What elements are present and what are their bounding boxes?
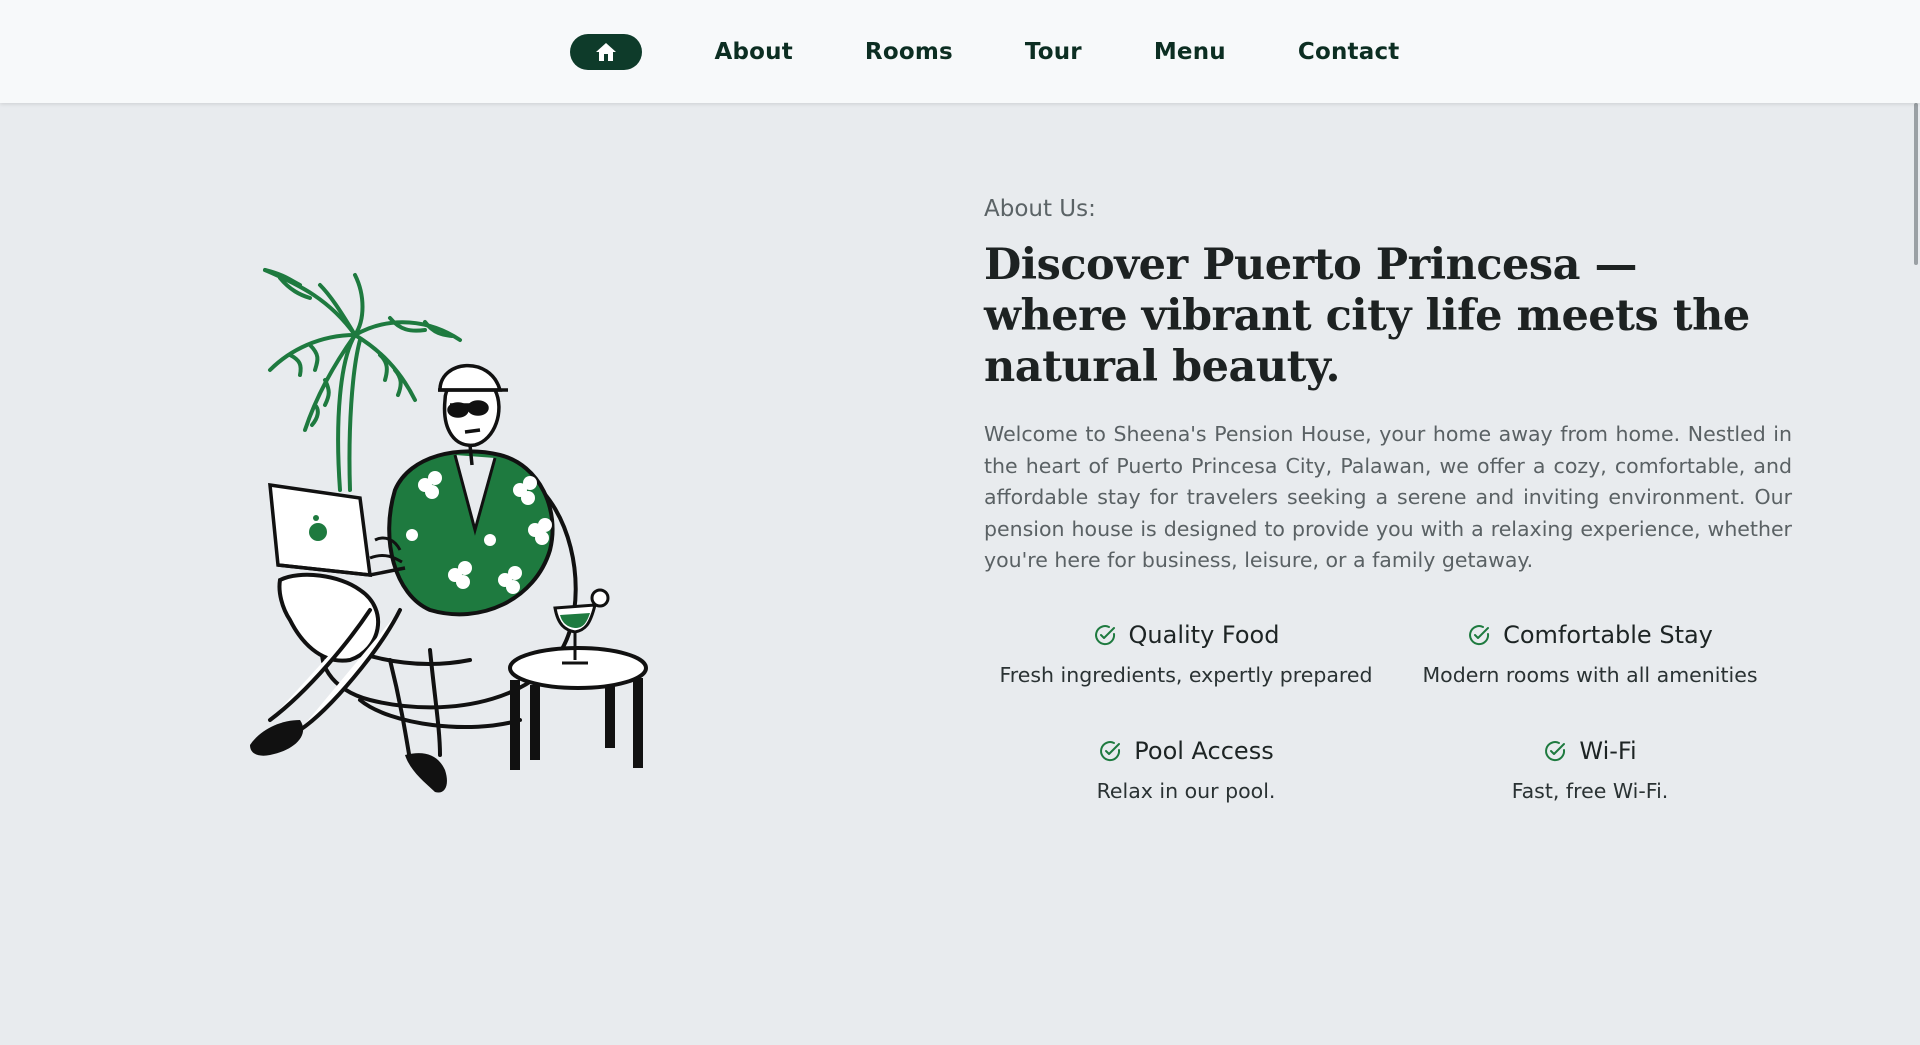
check-circle-icon xyxy=(1100,740,1121,761)
nav-link-menu[interactable]: Menu xyxy=(1154,39,1226,65)
check-circle-icon xyxy=(1094,624,1115,645)
feature-title: Quality Food xyxy=(1128,620,1280,649)
feature-title: Wi-Fi xyxy=(1579,736,1637,765)
feature-comfortable-stay: Comfortable Stay Modern rooms with all a… xyxy=(1388,621,1792,687)
about-description: Welcome to Sheena's Pension House, your … xyxy=(984,422,1792,572)
section-eyebrow: About Us: xyxy=(984,196,1096,222)
check-circle-icon xyxy=(1545,740,1566,761)
man-with-laptop-illustration xyxy=(250,268,648,793)
laptop-icon xyxy=(268,482,406,577)
feature-title: Comfortable Stay xyxy=(1503,620,1713,649)
person-figure xyxy=(387,449,555,617)
feature-wifi: Wi-Fi Fast, free Wi-Fi. xyxy=(1388,737,1792,803)
feature-title: Pool Access xyxy=(1134,736,1274,765)
home-icon xyxy=(596,42,617,61)
hero-illustration xyxy=(190,240,670,830)
feature-description: Relax in our pool. xyxy=(1096,778,1276,803)
page-title: Discover Puerto Princesa — where vibrant… xyxy=(984,240,1750,392)
feature-description: Fresh ingredients, expertly prepared xyxy=(999,662,1373,687)
feature-pool-access: Pool Access Relax in our pool. xyxy=(984,737,1388,803)
nav-link-tour[interactable]: Tour xyxy=(1025,39,1082,65)
home-button[interactable] xyxy=(570,33,643,70)
about-section: About Us: Discover Puerto Princesa — whe… xyxy=(984,196,1792,803)
features-grid: Quality Food Fresh ingredients, expertly… xyxy=(984,621,1792,803)
side-table xyxy=(508,646,648,770)
check-circle-icon xyxy=(1469,624,1490,645)
feature-description: Fast, free Wi-Fi. xyxy=(1511,778,1669,803)
nav-link-rooms[interactable]: Rooms xyxy=(865,39,953,65)
page-scrollbar[interactable] xyxy=(1914,103,1918,265)
top-navbar: About Rooms Tour Menu Contact xyxy=(0,0,1920,103)
feature-description: Modern rooms with all amenities xyxy=(1422,662,1758,687)
nav-link-about[interactable]: About xyxy=(714,39,792,65)
nav-link-contact[interactable]: Contact xyxy=(1298,39,1400,65)
feature-quality-food: Quality Food Fresh ingredients, expertly… xyxy=(984,621,1388,687)
nav-links-group: About Rooms Tour Menu Contact xyxy=(570,33,1400,70)
